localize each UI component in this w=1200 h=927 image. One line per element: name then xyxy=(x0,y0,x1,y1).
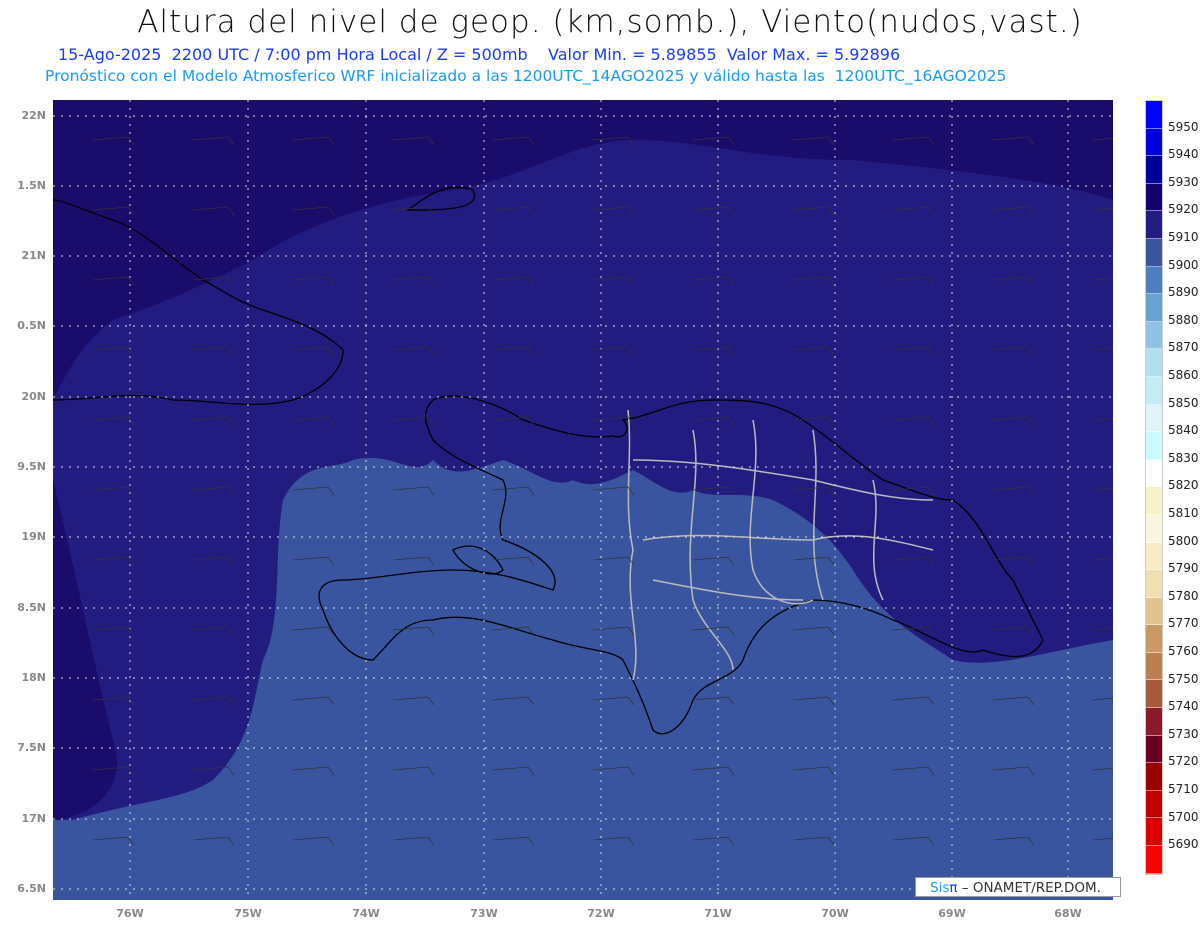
lat-label: 19N xyxy=(21,530,46,543)
lon-label: 69W xyxy=(938,907,966,920)
lat-label: 0.5N xyxy=(17,319,46,332)
lat-label: 9.5N xyxy=(17,460,46,473)
colorbar-label: 5750 xyxy=(1168,671,1199,686)
colorbar-swatch xyxy=(1146,542,1162,571)
lon-label: 71W xyxy=(704,907,732,920)
colorbar-label: 5760 xyxy=(1168,644,1199,658)
colorbar-label: 5860 xyxy=(1168,368,1199,382)
colorbar-swatch xyxy=(1146,459,1162,488)
colorbar-swatch xyxy=(1146,404,1162,433)
colorbar-swatch xyxy=(1146,514,1162,543)
colorbar-swatch xyxy=(1146,708,1162,736)
valid-time-subtitle: 15-Ago-2025 2200 UTC / 7:00 pm Hora Loca… xyxy=(58,45,901,64)
colorbar-swatch xyxy=(1146,156,1162,184)
colorbar-swatch xyxy=(1146,570,1162,598)
map-title: Altura del nivel de geop. (km,somb.), Vi… xyxy=(137,4,1083,40)
lat-label: 22N xyxy=(21,109,46,122)
colorbar-label: 5790 xyxy=(1168,561,1199,576)
colorbar-label: 5810 xyxy=(1168,506,1199,520)
colorbar-label: 5880 xyxy=(1168,312,1199,327)
colorbar-swatch xyxy=(1146,680,1162,709)
colorbar-label: 5910 xyxy=(1168,230,1199,244)
lat-label: 6.5N xyxy=(17,882,46,895)
lon-label: 72W xyxy=(587,907,615,920)
colorbar-swatch xyxy=(1146,597,1162,626)
colorbar-label: 5950 xyxy=(1168,119,1199,134)
lon-label: 70W xyxy=(821,907,849,920)
lon-label: 76W xyxy=(116,907,144,920)
colorbar-label: 5700 xyxy=(1168,809,1199,824)
colorbar-label: 5940 xyxy=(1168,147,1199,162)
onamet-logo: Sisπ – ONAMET/REP.DOM. xyxy=(915,877,1121,897)
lat-label: 17N xyxy=(21,812,46,825)
colorbar-label: 5740 xyxy=(1168,699,1199,714)
colorbar-swatch xyxy=(1146,487,1162,515)
colorbar-swatch xyxy=(1146,735,1162,764)
logo-org: – ONAMET/REP.DOM. xyxy=(957,880,1101,896)
colorbar-label: 5900 xyxy=(1168,257,1199,272)
colorbar-label: 5770 xyxy=(1168,616,1199,631)
colorbar-swatch xyxy=(1146,128,1162,157)
colorbar-swatch xyxy=(1146,183,1162,212)
colorbar-swatch xyxy=(1146,266,1162,295)
colorbar-label: 5820 xyxy=(1168,478,1199,493)
lat-label: 8.5N xyxy=(17,601,46,614)
colorbar-swatch xyxy=(1146,321,1162,350)
lat-label: 7.5N xyxy=(17,741,46,754)
colorbar-swatch xyxy=(1146,238,1162,267)
lat-label: 1.5N xyxy=(17,179,46,192)
colorbar-label: 5780 xyxy=(1168,588,1199,603)
colorbar-swatch xyxy=(1146,294,1162,322)
colorbar-label: 5690 xyxy=(1168,837,1199,852)
colorbar-swatch xyxy=(1146,790,1162,819)
lon-label: 68W xyxy=(1054,907,1082,920)
lat-label: 18N xyxy=(21,671,46,684)
colorbar-swatch xyxy=(1146,846,1162,874)
colorbar-swatch xyxy=(1146,376,1162,405)
geopotential-map xyxy=(53,100,1113,900)
colorbar-label: 5800 xyxy=(1168,533,1199,548)
colorbar-label: 5730 xyxy=(1168,726,1199,741)
colorbar-swatch xyxy=(1146,211,1162,239)
colorbar xyxy=(1145,100,1163,875)
colorbar-swatch xyxy=(1146,652,1162,681)
model-info-subtitle: Pronóstico con el Modelo Atmosferico WRF… xyxy=(45,67,1007,85)
logo-pi: π xyxy=(949,880,958,896)
colorbar-swatch xyxy=(1146,625,1162,653)
colorbar-swatch xyxy=(1146,763,1162,791)
colorbar-swatch xyxy=(1146,432,1162,460)
colorbar-label: 5890 xyxy=(1168,285,1199,300)
lon-label: 75W xyxy=(234,907,262,920)
colorbar-swatch xyxy=(1146,818,1162,847)
colorbar-label: 5830 xyxy=(1168,450,1199,465)
colorbar-label: 5720 xyxy=(1168,754,1199,769)
colorbar-label: 5920 xyxy=(1168,202,1199,217)
lon-label: 74W xyxy=(352,907,380,920)
colorbar-label: 5870 xyxy=(1168,340,1199,355)
colorbar-swatch xyxy=(1146,101,1162,129)
colorbar-label: 5930 xyxy=(1168,174,1199,189)
colorbar-label: 5840 xyxy=(1168,423,1199,438)
colorbar-swatch xyxy=(1146,349,1162,377)
logo-sis: Sis xyxy=(930,880,950,896)
lon-label: 73W xyxy=(470,907,498,920)
lat-label: 20N xyxy=(21,390,46,403)
colorbar-label: 5850 xyxy=(1168,395,1199,410)
colorbar-label: 5710 xyxy=(1168,782,1199,796)
lat-label: 21N xyxy=(21,249,46,262)
